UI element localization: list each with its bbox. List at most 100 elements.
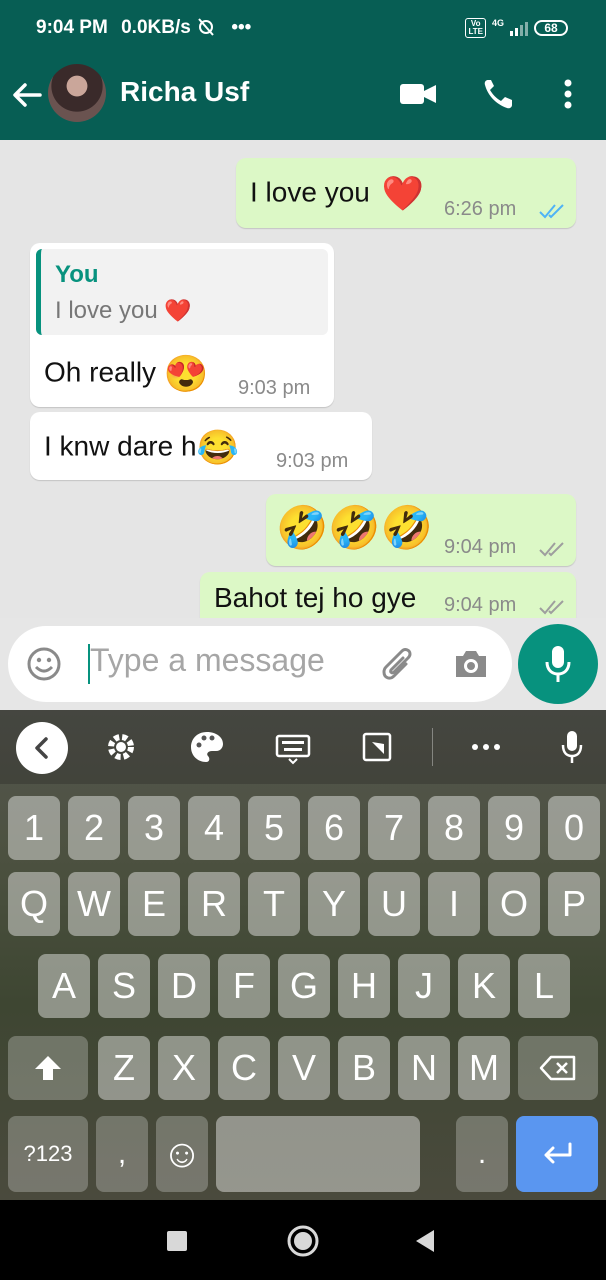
key-8[interactable]: 8	[428, 796, 480, 860]
key-1[interactable]: 1	[8, 796, 60, 860]
key-g[interactable]: G	[278, 954, 330, 1018]
theme-palette-icon[interactable]	[188, 728, 226, 766]
quoted-message[interactable]: You I love you ❤️	[36, 249, 328, 335]
key-6[interactable]: 6	[308, 796, 360, 860]
key-4[interactable]: 4	[188, 796, 240, 860]
toolbar-divider	[432, 728, 433, 766]
shift-arrow-icon	[35, 1056, 61, 1080]
message-text-content: I knw dare h	[44, 430, 197, 462]
key-k[interactable]: K	[458, 954, 510, 1018]
key-m[interactable]: M	[458, 1036, 510, 1100]
message-text: Oh really 😍	[44, 353, 209, 395]
message-bubble-outgoing[interactable]: I love you ❤️ 6:26 pm	[236, 158, 576, 228]
key-u[interactable]: U	[368, 872, 420, 936]
enter-arrow-icon	[544, 1142, 572, 1164]
key-c[interactable]: C	[218, 1036, 270, 1100]
chat-area: I love you ❤️ 6:26 pm You I love you ❤️ …	[0, 140, 606, 618]
delivered-ticks-icon	[539, 542, 564, 557]
key-a[interactable]: A	[38, 954, 90, 1018]
key-5[interactable]: 5	[248, 796, 300, 860]
network-speed: 0.0KB/s	[121, 17, 191, 38]
voice-input-icon[interactable]	[560, 728, 584, 766]
space-bar[interactable]	[216, 1116, 420, 1192]
message-time: 9:04 pm	[444, 594, 517, 616]
key-d[interactable]: D	[158, 954, 210, 1018]
key-p[interactable]: P	[548, 872, 600, 936]
key-l[interactable]: L	[518, 954, 570, 1018]
message-time: 9:03 pm	[276, 450, 349, 472]
message-bubble-outgoing[interactable]: Bahot tej ho gye 9:04 pm	[200, 572, 576, 618]
key-r[interactable]: R	[188, 872, 240, 936]
one-handed-mode-icon[interactable]	[360, 728, 396, 766]
status-right: Vo LTE 4G 68	[465, 18, 568, 38]
key-b[interactable]: B	[338, 1036, 390, 1100]
key-2[interactable]: 2	[68, 796, 120, 860]
emoji-icon[interactable]	[26, 646, 62, 682]
contact-avatar[interactable]	[48, 64, 106, 122]
chevron-left-icon	[35, 737, 48, 759]
key-q[interactable]: Q	[8, 872, 60, 936]
emoji-key[interactable]: ☺	[156, 1116, 208, 1192]
message-composer[interactable]: Type a message	[8, 626, 512, 702]
comma-key[interactable]: ,	[96, 1116, 148, 1192]
more-options-icon[interactable]	[470, 728, 502, 766]
message-text-content: I love you	[250, 176, 370, 208]
key-z[interactable]: Z	[98, 1036, 150, 1100]
key-h[interactable]: H	[338, 954, 390, 1018]
key-0[interactable]: 0	[548, 796, 600, 860]
keyboard-layout-icon[interactable]	[274, 728, 312, 766]
message-bubble-incoming[interactable]: I knw dare h😂 9:03 pm	[30, 412, 372, 480]
message-text: Bahot tej ho gye	[214, 582, 417, 613]
contact-name[interactable]: Richa Usf	[120, 76, 249, 108]
message-bubble-outgoing[interactable]: 🤣🤣🤣 9:04 pm	[266, 494, 576, 566]
home-button-icon[interactable]	[286, 1224, 320, 1258]
key-3[interactable]: 3	[128, 796, 180, 860]
volte-icon: Vo LTE	[465, 18, 486, 38]
key-x[interactable]: X	[158, 1036, 210, 1100]
backspace-key[interactable]	[518, 1036, 598, 1100]
status-time: 9:04 PM	[36, 17, 108, 38]
key-9[interactable]: 9	[488, 796, 540, 860]
delivered-ticks-icon	[539, 600, 564, 615]
backspace-icon	[539, 1055, 576, 1081]
recent-apps-icon[interactable]	[166, 1230, 188, 1252]
key-i[interactable]: I	[428, 872, 480, 936]
voice-call-icon[interactable]	[482, 76, 516, 112]
message-bubble-incoming[interactable]: You I love you ❤️ Oh really 😍 9:03 pm	[30, 243, 334, 407]
period-key[interactable]: .	[456, 1116, 508, 1192]
key-w[interactable]: W	[68, 872, 120, 936]
symbols-key[interactable]: ?123	[8, 1116, 88, 1192]
keyboard-collapse-button[interactable]	[16, 722, 68, 774]
signal-icon	[510, 20, 528, 36]
key-v[interactable]: V	[278, 1036, 330, 1100]
key-s[interactable]: S	[98, 954, 150, 1018]
system-navigation-bar	[0, 1200, 606, 1280]
quoted-author: You	[55, 261, 99, 288]
message-text-content: Oh really	[44, 356, 157, 388]
voice-record-button[interactable]	[518, 624, 598, 704]
message-text: I love you ❤️	[250, 174, 424, 214]
back-arrow-icon[interactable]	[10, 78, 44, 112]
attachment-icon[interactable]	[378, 644, 418, 684]
back-button-icon[interactable]	[414, 1228, 436, 1254]
key-o[interactable]: O	[488, 872, 540, 936]
read-ticks-icon	[539, 204, 564, 219]
soft-keyboard: 1 2 3 4 5 6 7 8 9 0 Q W E R T Y U I O P …	[0, 710, 606, 1200]
key-y[interactable]: Y	[308, 872, 360, 936]
heart-emoji: ❤️	[164, 298, 192, 323]
key-j[interactable]: J	[398, 954, 450, 1018]
status-left: 9:04 PM 0.0KB/s •••	[36, 16, 251, 39]
enter-key[interactable]	[516, 1116, 598, 1192]
shift-key[interactable]	[8, 1036, 88, 1100]
key-7[interactable]: 7	[368, 796, 420, 860]
key-e[interactable]: E	[128, 872, 180, 936]
chat-header: Richa Usf	[0, 48, 606, 140]
video-call-icon[interactable]	[398, 76, 438, 112]
key-t[interactable]: T	[248, 872, 300, 936]
camera-icon[interactable]	[452, 646, 490, 682]
key-f[interactable]: F	[218, 954, 270, 1018]
more-options-icon[interactable]	[560, 76, 576, 112]
key-n[interactable]: N	[398, 1036, 450, 1100]
gear-icon[interactable]	[102, 728, 140, 766]
message-input[interactable]: Type a message	[90, 642, 325, 679]
